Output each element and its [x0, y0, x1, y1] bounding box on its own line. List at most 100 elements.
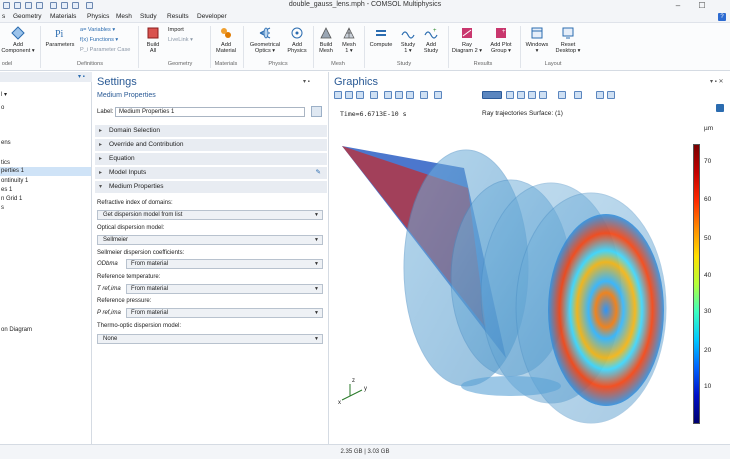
ribbon-separator	[520, 26, 521, 68]
minimize-button[interactable]: –	[666, 0, 690, 12]
axis-zx-icon[interactable]	[406, 91, 414, 99]
thermo-optic-select[interactable]: None ▼	[97, 334, 323, 344]
rotate-icon[interactable]	[420, 91, 428, 99]
axis-yz-icon[interactable]	[395, 91, 403, 99]
help-button[interactable]: ?	[718, 13, 726, 21]
colorbar-tick: 30	[704, 308, 712, 315]
add-material-button[interactable]: Add Material	[212, 26, 240, 54]
import-button[interactable]: Import	[168, 27, 184, 33]
tree-item-ray-diagram[interactable]: on Diagram	[1, 327, 32, 333]
axis-z-label: z	[352, 378, 355, 384]
menu-item-file[interactable]: s	[2, 13, 5, 20]
maximize-button[interactable]: ☐	[690, 0, 714, 12]
build-all-button[interactable]: Build All	[142, 26, 164, 54]
build-mesh-button[interactable]: Build Mesh	[315, 26, 337, 54]
ribbon: Add Component ▾ Pi Parameters a= Variabl…	[0, 23, 730, 71]
select-domain-icon[interactable]	[506, 91, 514, 99]
select-point-icon[interactable]	[539, 91, 547, 99]
menu-item-geometry[interactable]: Geometry	[13, 13, 42, 20]
add-study-button[interactable]: + Add Study	[420, 26, 442, 54]
graphics-panel: Graphics ▾ ▪ ✕ Time=6.6713E-10 s Ray tra…	[330, 72, 730, 444]
settings-menu-icon[interactable]: ▾ ▪	[303, 78, 310, 85]
graphics-side-icon[interactable]	[716, 104, 724, 112]
axis-xy-icon[interactable]	[384, 91, 392, 99]
zoom-extents-icon[interactable]	[370, 91, 378, 99]
sellmeier-select[interactable]: From material ▼	[126, 259, 323, 269]
settings-subtitle: Medium Properties	[97, 92, 156, 99]
graphics-menu-icon[interactable]: ▾ ▪ ✕	[710, 78, 724, 85]
study1-button[interactable]: Study 1 ▾	[397, 26, 419, 54]
add-plot-group-button[interactable]: + Add Plot Group ▾	[486, 26, 516, 54]
physics-icon	[291, 27, 303, 39]
parameter-case-button[interactable]: P_i Parameter Case	[80, 47, 130, 53]
section-override-contribution[interactable]: ▸ Override and Contribution	[95, 139, 327, 151]
reference-pressure-select[interactable]: From material ▼	[126, 308, 323, 318]
colorbar	[693, 144, 700, 424]
tree-item-optics[interactable]: tics	[1, 160, 10, 166]
gear-icon[interactable]	[574, 91, 582, 99]
mesh-icon	[343, 27, 355, 39]
select-boundary-icon[interactable]	[517, 91, 525, 99]
reference-temperature-select[interactable]: From material ▼	[126, 284, 323, 294]
optical-dispersion-label: Optical dispersion model:	[97, 225, 165, 231]
zoom-out-icon[interactable]	[356, 91, 364, 99]
compute-icon	[376, 30, 386, 36]
edit-icon[interactable]: ✎	[316, 167, 321, 179]
lens-3d-view[interactable]: y x z	[336, 128, 676, 428]
compute-button[interactable]: Compute	[366, 26, 396, 48]
menu-item-results[interactable]: Results	[167, 13, 189, 20]
optical-dispersion-select[interactable]: Sellmeier ▼	[97, 235, 323, 245]
geometrical-optics-label-2: Optics ▾	[254, 48, 276, 54]
refresh-icon[interactable]	[434, 91, 442, 99]
ray-diagram-button[interactable]: Ray Diagram 2 ▾	[450, 26, 484, 54]
refractive-index-select[interactable]: Get dispersion model from list ▼	[97, 210, 323, 220]
label-reset-button[interactable]	[311, 106, 322, 117]
tree-item[interactable]: s	[1, 205, 4, 211]
functions-button[interactable]: f(x) Functions ▾	[80, 37, 118, 43]
menu-item-study[interactable]: Study	[140, 13, 157, 20]
plot-caption: Ray trajectories Surface: (1)	[482, 110, 563, 117]
parameters-button[interactable]: Pi Parameters	[44, 26, 76, 48]
chevron-right-icon: ▸	[99, 128, 103, 134]
ray-diagram-icon	[462, 28, 472, 38]
mesh1-button[interactable]: Mesh 1 ▾	[338, 26, 360, 54]
tree-item[interactable]: o	[1, 105, 4, 111]
menu-item-physics[interactable]: Physics	[87, 13, 109, 20]
menu-item-developer[interactable]: Developer	[197, 13, 227, 20]
build-mesh-label-2: Mesh	[319, 48, 333, 54]
geometrical-optics-button[interactable]: Geometrical Optics ▾	[246, 26, 284, 54]
select-mode-icon[interactable]	[482, 91, 502, 99]
settings-panel: Settings ▾ ▪ Medium Properties Label: Me…	[93, 72, 329, 444]
zoom-in-icon[interactable]	[345, 91, 353, 99]
group-results: Results	[473, 61, 493, 67]
tree-item-release-grid[interactable]: n Grid 1	[1, 196, 22, 202]
livelink-button[interactable]: LiveLink ▾	[168, 37, 193, 43]
variables-button[interactable]: a= Variables ▾	[80, 27, 115, 33]
add-component-button[interactable]: Add Component ▾	[0, 26, 36, 54]
print-icon[interactable]	[607, 91, 615, 99]
tree-item-medium-properties[interactable]: perties 1	[1, 168, 24, 174]
menu-item-mesh[interactable]: Mesh	[116, 13, 132, 20]
section-equation[interactable]: ▸ Equation	[95, 153, 327, 165]
lock-icon[interactable]	[558, 91, 566, 99]
chevron-down-icon: ▼	[314, 261, 319, 267]
select-edge-icon[interactable]	[528, 91, 536, 99]
section-medium-properties[interactable]: ▾ Medium Properties	[95, 181, 327, 193]
colorbar-tick: 70	[704, 158, 712, 165]
menu-item-materials[interactable]: Materials	[50, 13, 76, 20]
tree-item-lens[interactable]: ens	[1, 140, 11, 146]
windows-button[interactable]: Windows ▾	[522, 26, 552, 54]
label-input[interactable]: Medium Properties 1	[115, 107, 305, 117]
camera-icon[interactable]	[596, 91, 604, 99]
section-label: Model Inputs	[109, 169, 147, 176]
zoom-box-icon[interactable]	[334, 91, 342, 99]
section-model-inputs[interactable]: ▸ Model Inputs ✎	[95, 167, 327, 179]
section-domain-selection[interactable]: ▸ Domain Selection	[95, 125, 327, 137]
tree-item-root[interactable]: l ▾	[1, 91, 7, 98]
pin-icon[interactable]: ▾ ▪	[78, 73, 85, 80]
tree-item-continuity[interactable]: ontinuity 1	[1, 178, 28, 184]
group-materials: Materials	[214, 61, 238, 67]
reset-desktop-button[interactable]: Reset Desktop ▾	[553, 26, 583, 54]
add-physics-button[interactable]: Add Physics	[285, 26, 309, 54]
tree-item-release[interactable]: es 1	[1, 187, 12, 193]
